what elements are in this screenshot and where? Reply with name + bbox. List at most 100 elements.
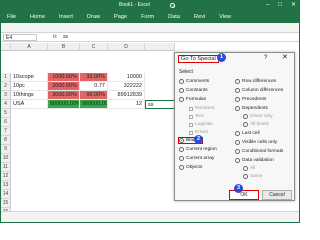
selected-cell[interactable]: ss <box>145 100 175 109</box>
close-window-icon[interactable]: ✕ <box>291 1 296 10</box>
cell[interactable]: 10000 <box>108 73 145 82</box>
radio-icon <box>235 106 240 111</box>
cell[interactable]: 800000.00% <box>48 100 80 109</box>
tab-data[interactable]: Data <box>168 14 180 20</box>
tab-page-layout[interactable]: Page <box>114 14 127 20</box>
option-comments[interactable]: Comments <box>179 78 209 85</box>
window-title: Book1 - Excel <box>119 2 150 8</box>
radio-icon <box>235 88 240 93</box>
cell[interactable]: 12 <box>108 100 145 109</box>
option-row-differences[interactable]: Row differences <box>235 78 276 85</box>
row-header[interactable]: 3 <box>1 91 11 100</box>
column-header[interactable]: A <box>11 43 48 51</box>
radio-icon <box>235 140 240 145</box>
row-header[interactable]: 5 <box>1 109 11 118</box>
checkbox-numbers[interactable]: Numbers <box>189 105 214 112</box>
radio-icon <box>179 165 184 170</box>
column-header[interactable]: B <box>48 43 80 51</box>
option-label: All levels <box>250 122 269 127</box>
cell[interactable]: 99.00% <box>80 91 108 100</box>
checkbox-icon <box>189 122 193 127</box>
row-header[interactable]: 11 <box>1 163 11 172</box>
row-header[interactable]: 8 <box>1 136 11 145</box>
option-validation-all[interactable]: All <box>243 165 255 172</box>
go-to-special-dialog: Go To Special ? ✕ Select Comments Consta… <box>174 52 295 201</box>
row-header[interactable]: 13 <box>1 181 11 190</box>
cell[interactable]: 10things <box>11 91 48 100</box>
row-header[interactable]: 15 <box>1 199 11 208</box>
option-label: Constants <box>186 88 208 93</box>
tab-draw[interactable]: Draw <box>87 14 100 20</box>
cell[interactable]: 3000.00% <box>48 91 80 100</box>
option-formulas[interactable]: Formulas <box>179 96 206 103</box>
tab-view[interactable]: View <box>219 14 231 20</box>
option-dependents[interactable]: Dependents <box>235 105 268 112</box>
option-label: Data validation <box>242 158 274 163</box>
row-header[interactable]: 10 <box>1 154 11 163</box>
formula-input[interactable]: ss <box>63 34 68 40</box>
maximize-icon[interactable]: □ <box>278 1 282 10</box>
name-box[interactable]: E4 <box>3 34 37 41</box>
cell[interactable]: 10pc <box>11 82 48 91</box>
step-badge: 1 <box>217 53 226 62</box>
window-controls: – □ ✕ <box>266 1 296 10</box>
cell[interactable]: 900000.00% <box>80 100 108 109</box>
option-column-differences[interactable]: Column differences <box>235 87 283 94</box>
search-icon[interactable] <box>169 3 179 8</box>
radio-icon <box>243 174 248 179</box>
option-label: Last cell <box>242 131 260 136</box>
close-icon[interactable]: ✕ <box>282 54 288 62</box>
minimize-icon[interactable]: – <box>266 1 269 10</box>
checkbox-text[interactable]: Text <box>189 113 204 120</box>
cell[interactable]: 0.77 <box>80 82 108 91</box>
title-bar: Book1 - Excel – □ ✕ <box>1 1 299 10</box>
select-all-corner[interactable] <box>1 43 11 51</box>
option-direct-only[interactable]: Direct only <box>243 113 273 120</box>
row-header[interactable]: 2 <box>1 82 11 91</box>
tab-review[interactable]: Revi <box>194 14 205 20</box>
cell[interactable]: USA <box>11 100 48 109</box>
option-validation-same[interactable]: Same <box>243 173 263 180</box>
option-objects[interactable]: Objects <box>179 164 202 171</box>
option-current-region[interactable]: Current region <box>179 146 217 153</box>
option-last-cell[interactable]: Last cell <box>235 130 260 137</box>
row-header[interactable]: 7 <box>1 127 11 136</box>
option-visible-cells-only[interactable]: Visible cells only <box>235 139 277 146</box>
row-header[interactable]: 9 <box>1 145 11 154</box>
column-header[interactable]: C <box>80 43 108 51</box>
help-icon[interactable]: ? <box>264 55 267 61</box>
cell[interactable]: 33.00% <box>80 73 108 82</box>
ok-button[interactable]: OK <box>229 190 259 200</box>
step-badge: 3 <box>234 184 243 193</box>
cell[interactable]: 2000.00% <box>48 82 80 91</box>
cell[interactable]: 10scope <box>11 73 48 82</box>
tab-insert[interactable]: Insert <box>59 14 73 20</box>
option-label: Formulas <box>186 97 206 102</box>
option-current-array[interactable]: Current array <box>179 155 214 162</box>
option-data-validation[interactable]: Data validation <box>235 157 274 164</box>
row-header[interactable]: 1 <box>1 73 11 82</box>
row-header[interactable]: 14 <box>1 190 11 199</box>
option-conditional-formats[interactable]: Conditional formats <box>235 148 283 155</box>
tab-formulas[interactable]: Form <box>141 14 154 20</box>
checkbox-logicals[interactable]: Logicals <box>189 121 213 128</box>
cancel-button[interactable]: Cancel <box>262 190 292 200</box>
column-header[interactable] <box>145 43 175 51</box>
option-label: Numbers <box>195 106 215 111</box>
row-header[interactable]: 12 <box>1 172 11 181</box>
column-header[interactable]: D <box>108 43 145 51</box>
cell[interactable]: 1000.00% <box>48 73 80 82</box>
fx-icon[interactable]: fx <box>53 34 57 40</box>
option-precedents[interactable]: Precedents <box>235 96 266 103</box>
cell[interactable]: 89912839 <box>108 91 145 100</box>
option-all-levels[interactable]: All levels <box>243 121 269 128</box>
tab-home[interactable]: Home <box>30 14 45 20</box>
option-label: Current array <box>186 156 215 161</box>
tab-file[interactable]: File <box>7 14 16 20</box>
dialog-title: Go To Special <box>178 55 219 63</box>
step-badge: 2 <box>194 135 203 144</box>
option-constants[interactable]: Constants <box>179 87 208 94</box>
cell[interactable]: 322222 <box>108 82 145 91</box>
row-header[interactable]: 6 <box>1 118 11 127</box>
row-header[interactable]: 4 <box>1 100 11 109</box>
